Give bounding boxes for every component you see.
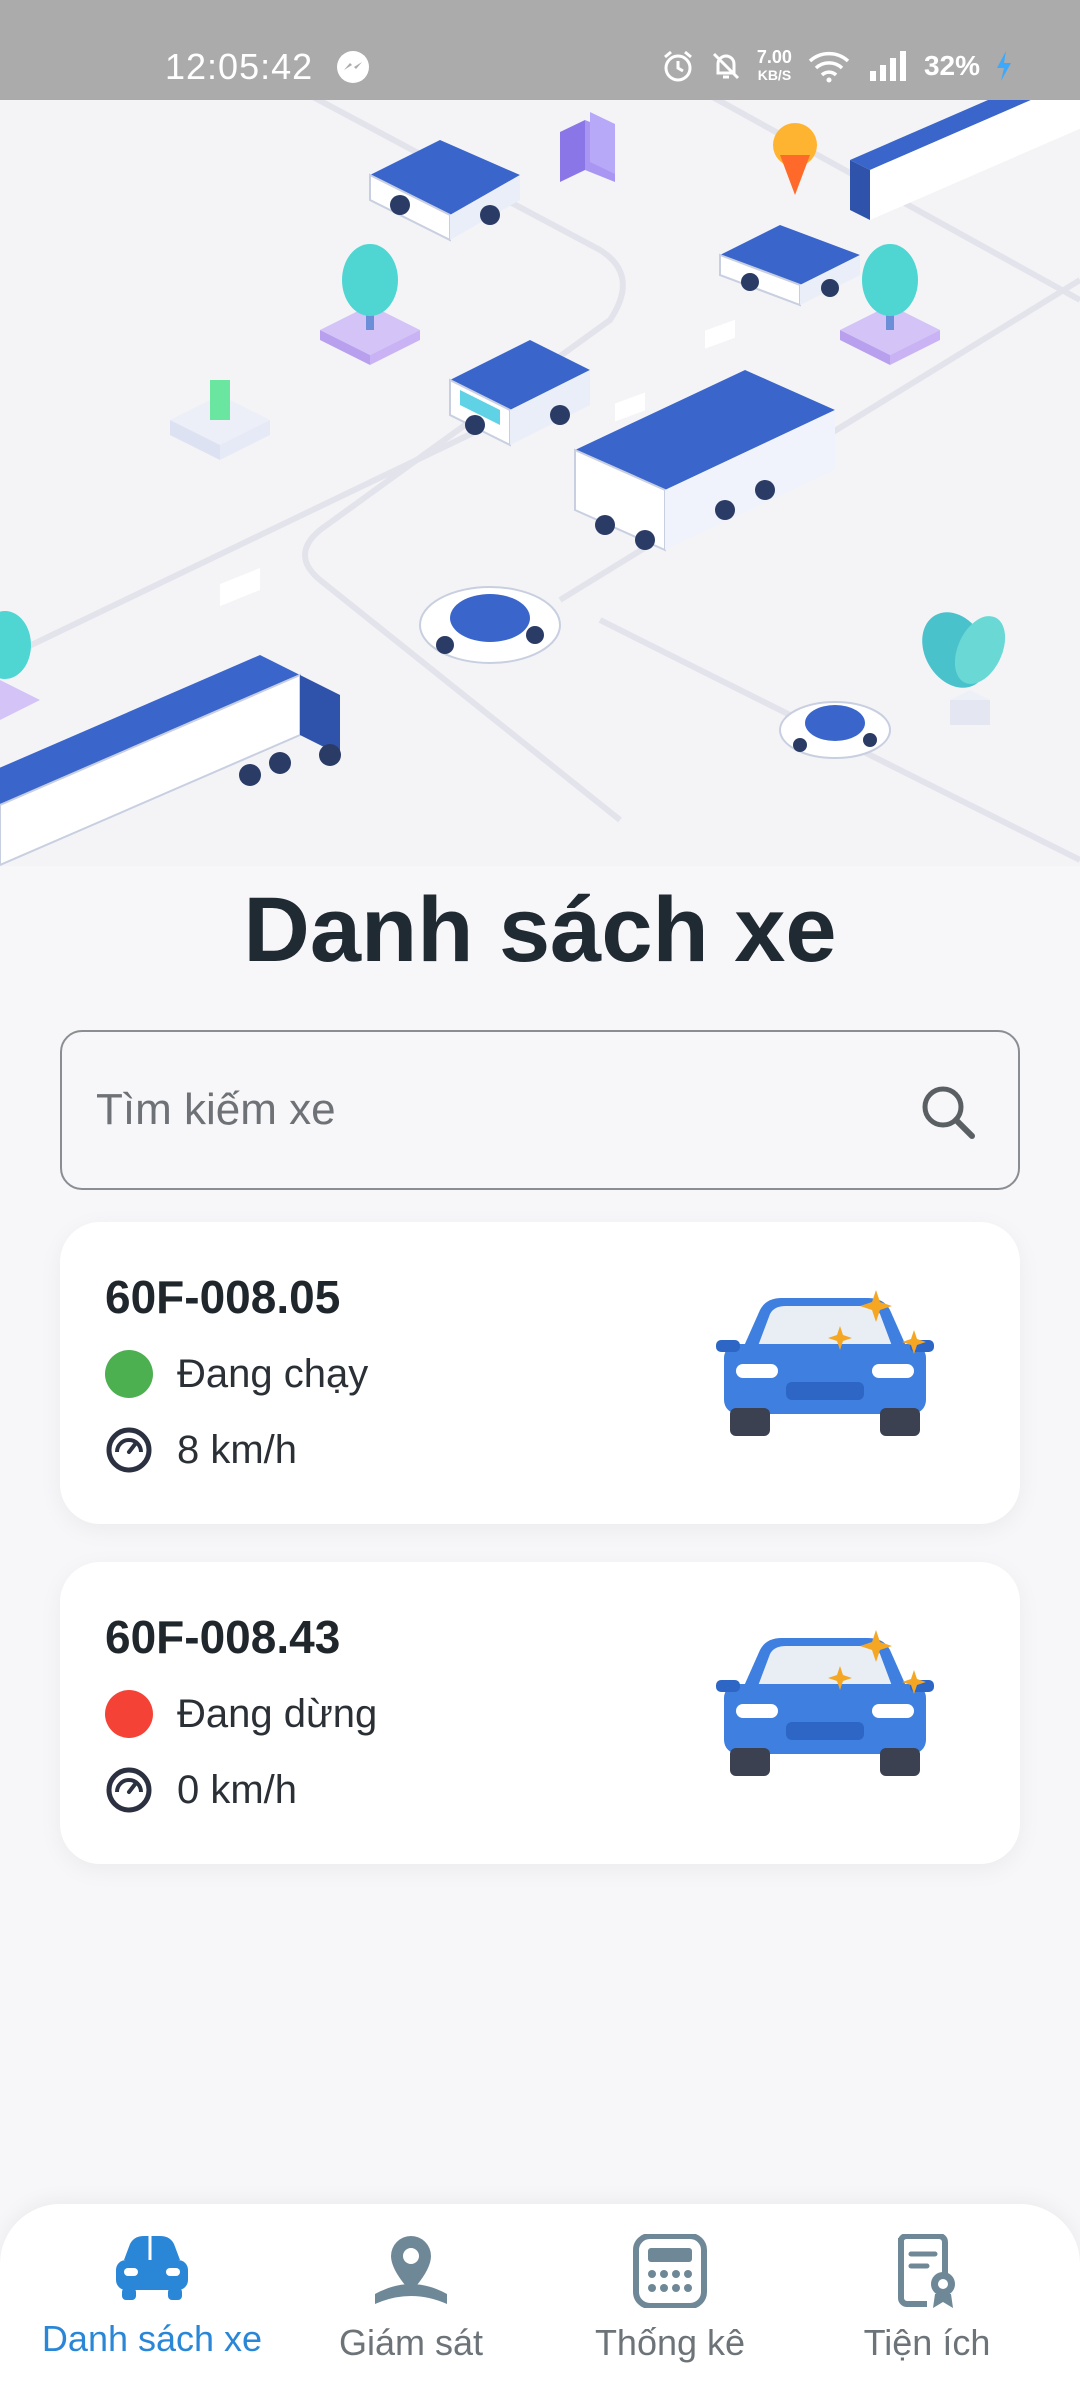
wifi-icon: [808, 51, 850, 83]
messenger-icon: [337, 51, 369, 83]
nav-item-monitor[interactable]: Giám sát: [281, 2234, 541, 2384]
status-bar: 12:05:42 7.00 KB/S 32%: [0, 0, 1080, 100]
vehicle-speed: 0 km/h: [105, 1766, 297, 1814]
hero-illustration: [0, 100, 1080, 866]
nav-item-vehicle-list[interactable]: Danh sách xe: [22, 2234, 282, 2384]
vehicle-status: Đang dừng: [105, 1690, 377, 1738]
status-dot-red: [105, 1690, 153, 1738]
net-speed: 7.00 KB/S: [756, 47, 792, 83]
nav-label: Tiện ích: [863, 2322, 991, 2363]
vehicle-status: Đang chạy: [105, 1350, 368, 1398]
search-box[interactable]: [60, 1030, 1020, 1190]
status-icons: 7.00 KB/S 32%: [661, 44, 1014, 88]
nav-item-utilities[interactable]: Tiện ích: [797, 2234, 1057, 2384]
building-block: [560, 112, 615, 182]
vehicle-status-text: Đang dừng: [177, 1691, 378, 1736]
nav-label: Thống kê: [594, 2322, 746, 2363]
status-time: 12:05:42: [165, 46, 314, 87]
vehicle-plate: 60F-008.43: [105, 1611, 341, 1663]
alarm-icon: [663, 50, 692, 82]
car-icon: [116, 2236, 188, 2300]
vehicle-speed: 8 km/h: [105, 1426, 297, 1474]
vehicle-plate: 60F-008.05: [105, 1271, 341, 1323]
nav-item-statistics[interactable]: Thống kê: [540, 2234, 800, 2384]
signal-icon: [869, 51, 906, 81]
city-traffic-illustration: [0, 100, 1080, 866]
vehicle-speed-text: 8 km/h: [177, 1427, 298, 1472]
vehicle-card[interactable]: 60F-008.43 Đang dừng 0 km/h: [60, 1562, 1020, 1864]
mute-bell-icon: [712, 52, 739, 80]
bottom-nav: Danh sách xe Giám sát Thống kê Tiện ích: [0, 2204, 1080, 2400]
speedometer-icon: [106, 1427, 152, 1473]
car-icon: [716, 1630, 934, 1776]
map-pin-icon: [375, 2236, 447, 2304]
battery-percent: 32%: [923, 50, 980, 81]
charging-icon: [997, 51, 1011, 81]
vehicle-status-text: Đang chạy: [177, 1351, 369, 1396]
status-dot-green: [105, 1350, 153, 1398]
nav-label: Giám sát: [338, 2322, 484, 2363]
certificate-icon: [898, 2234, 955, 2308]
search-icon[interactable]: [918, 1082, 978, 1142]
search-input[interactable]: [96, 1032, 916, 1188]
vehicle-card[interactable]: 60F-008.05 Đang chạy 8 km/h: [60, 1222, 1020, 1524]
nav-label: Danh sách xe: [41, 2318, 263, 2359]
calculator-icon: [633, 2234, 707, 2308]
car-icon: [716, 1290, 934, 1436]
vehicle-speed-text: 0 km/h: [177, 1767, 298, 1812]
speedometer-icon: [106, 1767, 152, 1813]
page-title: Danh sách xe: [243, 879, 837, 981]
